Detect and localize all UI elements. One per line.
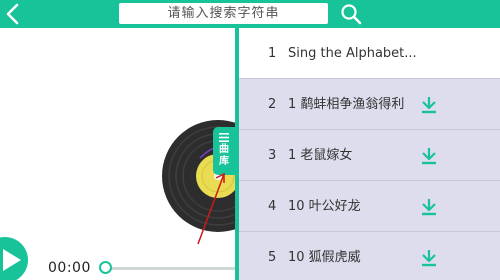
song-list-item[interactable]: 5 10 狐假虎威 [239, 232, 500, 280]
download-icon [422, 97, 436, 114]
play-icon [3, 249, 21, 271]
song-index: 5 [268, 250, 277, 265]
song-list-item[interactable]: 1 Sing the Alphabet... [239, 28, 500, 79]
menu-icon [219, 133, 229, 142]
play-button[interactable] [0, 237, 28, 280]
song-list-item[interactable]: 3 1 老鼠嫁女 [239, 130, 500, 181]
current-time: 00:00 [48, 260, 91, 276]
song-title: 10 叶公好龙 [288, 199, 361, 214]
search-input[interactable]: 请输入搜索字符串 [119, 3, 328, 24]
player-area: 00:00 [0, 28, 274, 280]
download-icon [422, 250, 436, 267]
song-index: 4 [268, 199, 277, 214]
download-button[interactable] [419, 248, 439, 268]
song-index: 2 [268, 97, 277, 112]
library-tab[interactable]: 曲库 [213, 127, 235, 175]
song-title: 10 狐假虎威 [288, 250, 361, 265]
download-button[interactable] [419, 197, 439, 217]
song-title: 1 老鼠嫁女 [288, 148, 353, 163]
app-screen: 请输入搜索字符串 00:00 1 Sing the Alphabet... 2 … [0, 0, 500, 280]
song-title: 1 鹬蚌相争渔翁得利 [288, 97, 405, 112]
download-icon [422, 199, 436, 216]
search-icon [341, 4, 362, 25]
search-button[interactable] [339, 2, 363, 26]
song-list-panel: 1 Sing the Alphabet... 2 1 鹬蚌相争渔翁得利 3 1 … [235, 28, 500, 280]
download-button[interactable] [419, 146, 439, 166]
library-tab-label: 曲库 [219, 144, 229, 167]
song-title: Sing the Alphabet... [288, 46, 417, 61]
top-bar: 请输入搜索字符串 [0, 0, 500, 28]
song-list-item[interactable]: 4 10 叶公好龙 [239, 181, 500, 232]
download-icon [422, 148, 436, 165]
song-index: 1 [268, 46, 277, 61]
download-button[interactable] [419, 95, 439, 115]
back-button[interactable] [2, 0, 28, 28]
progress-slider-handle[interactable] [99, 261, 112, 274]
chevron-left-icon [6, 3, 19, 25]
song-index: 3 [268, 148, 277, 163]
progress-bar[interactable] [102, 267, 238, 270]
song-list-item[interactable]: 2 1 鹬蚌相争渔翁得利 [239, 79, 500, 130]
